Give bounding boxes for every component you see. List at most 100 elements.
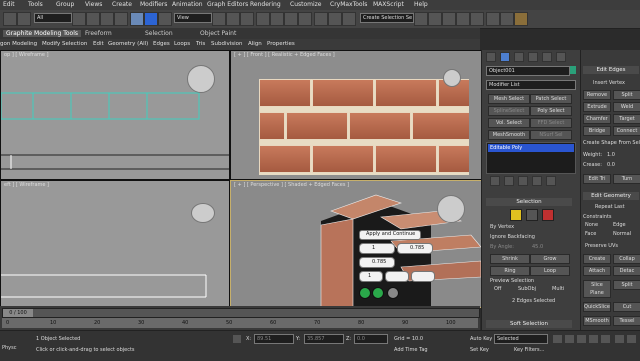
- viewcube-icon[interactable]: [191, 203, 215, 223]
- nsurf-sel-button[interactable]: NSurf Sel: [530, 130, 572, 140]
- x-coordinate-field[interactable]: 89.51: [254, 334, 294, 344]
- track-bar[interactable]: 0 10 20 30 40 50 60 70 80 90 100: [2, 318, 478, 328]
- menu-graph-editors[interactable]: Graph Editors: [207, 1, 248, 8]
- ribbon-edit[interactable]: Edit: [93, 41, 104, 47]
- chamfer-button[interactable]: Chamfer: [583, 114, 611, 124]
- split-button[interactable]: Split: [613, 90, 640, 100]
- apply-and-continue-button[interactable]: Apply and Continue: [359, 230, 421, 240]
- caddy-field-5[interactable]: [385, 271, 409, 282]
- polygon-mode-icon[interactable]: [542, 209, 554, 221]
- time-slider-handle[interactable]: 0 / 100: [3, 309, 33, 317]
- caddy-field-2[interactable]: 0.785: [397, 243, 433, 254]
- key-filters-button[interactable]: Key Filters...: [514, 347, 544, 353]
- undo-icon[interactable]: [3, 12, 17, 26]
- turn-button[interactable]: Turn: [613, 174, 640, 184]
- by-vertex-checkbox[interactable]: By Vertex: [490, 224, 514, 230]
- set-key-button[interactable]: Set Key: [470, 347, 489, 353]
- by-angle-value[interactable]: 45.0: [532, 244, 543, 250]
- menu-tools[interactable]: Tools: [28, 1, 43, 8]
- msmooth-button[interactable]: MSmooth: [583, 316, 611, 326]
- ribbon-geometry-all[interactable]: Geometry (All): [108, 41, 148, 47]
- patch-select-button[interactable]: Patch Select: [530, 94, 572, 104]
- selection-filter-dropdown[interactable]: All: [34, 13, 72, 23]
- z-coordinate-field[interactable]: 0.0: [354, 334, 388, 344]
- quickslice-button[interactable]: QuickSlice: [583, 302, 611, 312]
- ribbon-polygon-modeling[interactable]: gon Modeling: [0, 41, 37, 47]
- viewport-front[interactable]: [ + ] [ Front ] [ Realistic + Edged Face…: [230, 50, 482, 180]
- collapse-button[interactable]: Collap: [613, 254, 640, 264]
- edge-mode-icon[interactable]: [526, 209, 538, 221]
- viewport-left[interactable]: eft ] [ Wireframe ]: [0, 180, 230, 308]
- shrink-button[interactable]: Shrink: [490, 254, 530, 264]
- render-teapot-icon[interactable]: [514, 12, 528, 26]
- time-slider-track[interactable]: 0 / 100: [2, 308, 480, 318]
- menu-help[interactable]: Help: [414, 1, 428, 8]
- stack-item-editable-poly[interactable]: Editable Poly: [488, 144, 574, 152]
- menu-edit[interactable]: Edit: [3, 1, 15, 8]
- target-weld-button[interactable]: Target: [613, 114, 640, 124]
- angle-snap-icon[interactable]: [270, 12, 284, 26]
- modifier-list-dropdown[interactable]: Modifier List: [486, 80, 576, 90]
- meshsmooth-button[interactable]: MeshSmooth: [488, 130, 530, 140]
- insert-vertex-button[interactable]: Insert Vertex: [593, 80, 625, 86]
- snaps-toggle-icon[interactable]: [256, 12, 270, 26]
- ignore-backfacing-checkbox[interactable]: Ignore Backfacing: [490, 234, 535, 240]
- caddy-field-3[interactable]: 0.785: [359, 257, 395, 268]
- menu-create[interactable]: Create: [112, 1, 132, 8]
- slice-plane-button[interactable]: Slice Plane: [583, 280, 611, 298]
- cancel-icon[interactable]: [387, 287, 399, 299]
- window-crossing-icon[interactable]: [114, 12, 128, 26]
- tab-freeform[interactable]: Freeform: [85, 30, 112, 37]
- ribbon-subdivision[interactable]: Subdivision: [211, 41, 243, 47]
- viewport-perspective[interactable]: [ + ] [ Perspective ] [ Shaded + Edged F…: [230, 180, 482, 308]
- physx-label[interactable]: Physc: [2, 345, 17, 351]
- configure-sets-icon[interactable]: [546, 176, 556, 186]
- ring-button[interactable]: Ring: [490, 266, 530, 276]
- create-button[interactable]: Create: [583, 254, 611, 264]
- selected-set-dropdown[interactable]: Selected: [494, 334, 548, 344]
- caddy-field-4[interactable]: 1: [359, 271, 383, 282]
- vol-select-button[interactable]: Vol. Select: [488, 118, 530, 128]
- ok-icon[interactable]: [359, 287, 371, 299]
- named-selection-set-field[interactable]: Create Selection Se: [360, 13, 414, 23]
- pan-icon[interactable]: [626, 334, 637, 344]
- detach-button[interactable]: Detac: [613, 266, 640, 276]
- reference-coord-dropdown[interactable]: View: [174, 13, 212, 23]
- create-tab-icon[interactable]: [486, 52, 496, 62]
- preview-off-radio[interactable]: Off: [494, 286, 501, 292]
- rect-select-icon[interactable]: [100, 12, 114, 26]
- y-coordinate-field[interactable]: 35.857: [304, 334, 344, 344]
- tessellate-button[interactable]: Tessel: [613, 316, 640, 326]
- soft-selection-rollout[interactable]: Soft Selection: [486, 320, 572, 328]
- material-editor-icon[interactable]: [470, 12, 484, 26]
- crease-spinner[interactable]: 0.0: [607, 162, 615, 168]
- auto-key-button[interactable]: Auto Key: [470, 336, 492, 342]
- caddy-field-1[interactable]: 1: [359, 243, 395, 254]
- menu-modifiers[interactable]: Modifiers: [140, 1, 167, 8]
- spline-select-button[interactable]: SplineSelect: [488, 106, 530, 116]
- pivot-center-icon[interactable]: [212, 12, 226, 26]
- menu-views[interactable]: Views: [85, 1, 102, 8]
- create-shape-button[interactable]: Create Shape From Sel: [583, 140, 640, 146]
- edit-geometry-rollout[interactable]: Edit Geometry: [583, 192, 639, 200]
- viewport-top[interactable]: op ] [ Wireframe ]: [0, 50, 230, 180]
- ribbon-modify-selection[interactable]: Modify Selection: [42, 41, 87, 47]
- keyboard-shortcut-icon[interactable]: [240, 12, 254, 26]
- ribbon-properties[interactable]: Properties: [267, 41, 295, 47]
- menu-group[interactable]: Group: [56, 1, 74, 8]
- spinner-snap-icon[interactable]: [298, 12, 312, 26]
- mirror-icon[interactable]: [328, 12, 342, 26]
- utilities-tab-icon[interactable]: [556, 52, 566, 62]
- rotate-icon[interactable]: [144, 12, 158, 26]
- repeat-last-button[interactable]: Repeat Last: [595, 204, 625, 210]
- preview-multi-radio[interactable]: Multi: [552, 286, 564, 292]
- show-end-result-icon[interactable]: [504, 176, 514, 186]
- previous-frame-icon[interactable]: [564, 334, 575, 344]
- ribbon-edges[interactable]: Edges: [153, 41, 170, 47]
- bridge-button[interactable]: Bridge: [583, 126, 611, 136]
- object-color-swatch[interactable]: [570, 66, 576, 74]
- weld-button[interactable]: Weld: [613, 102, 640, 112]
- menu-animation[interactable]: Animation: [172, 1, 203, 8]
- ffd-select-button[interactable]: FFD Select: [530, 118, 572, 128]
- go-to-end-icon[interactable]: [600, 334, 611, 344]
